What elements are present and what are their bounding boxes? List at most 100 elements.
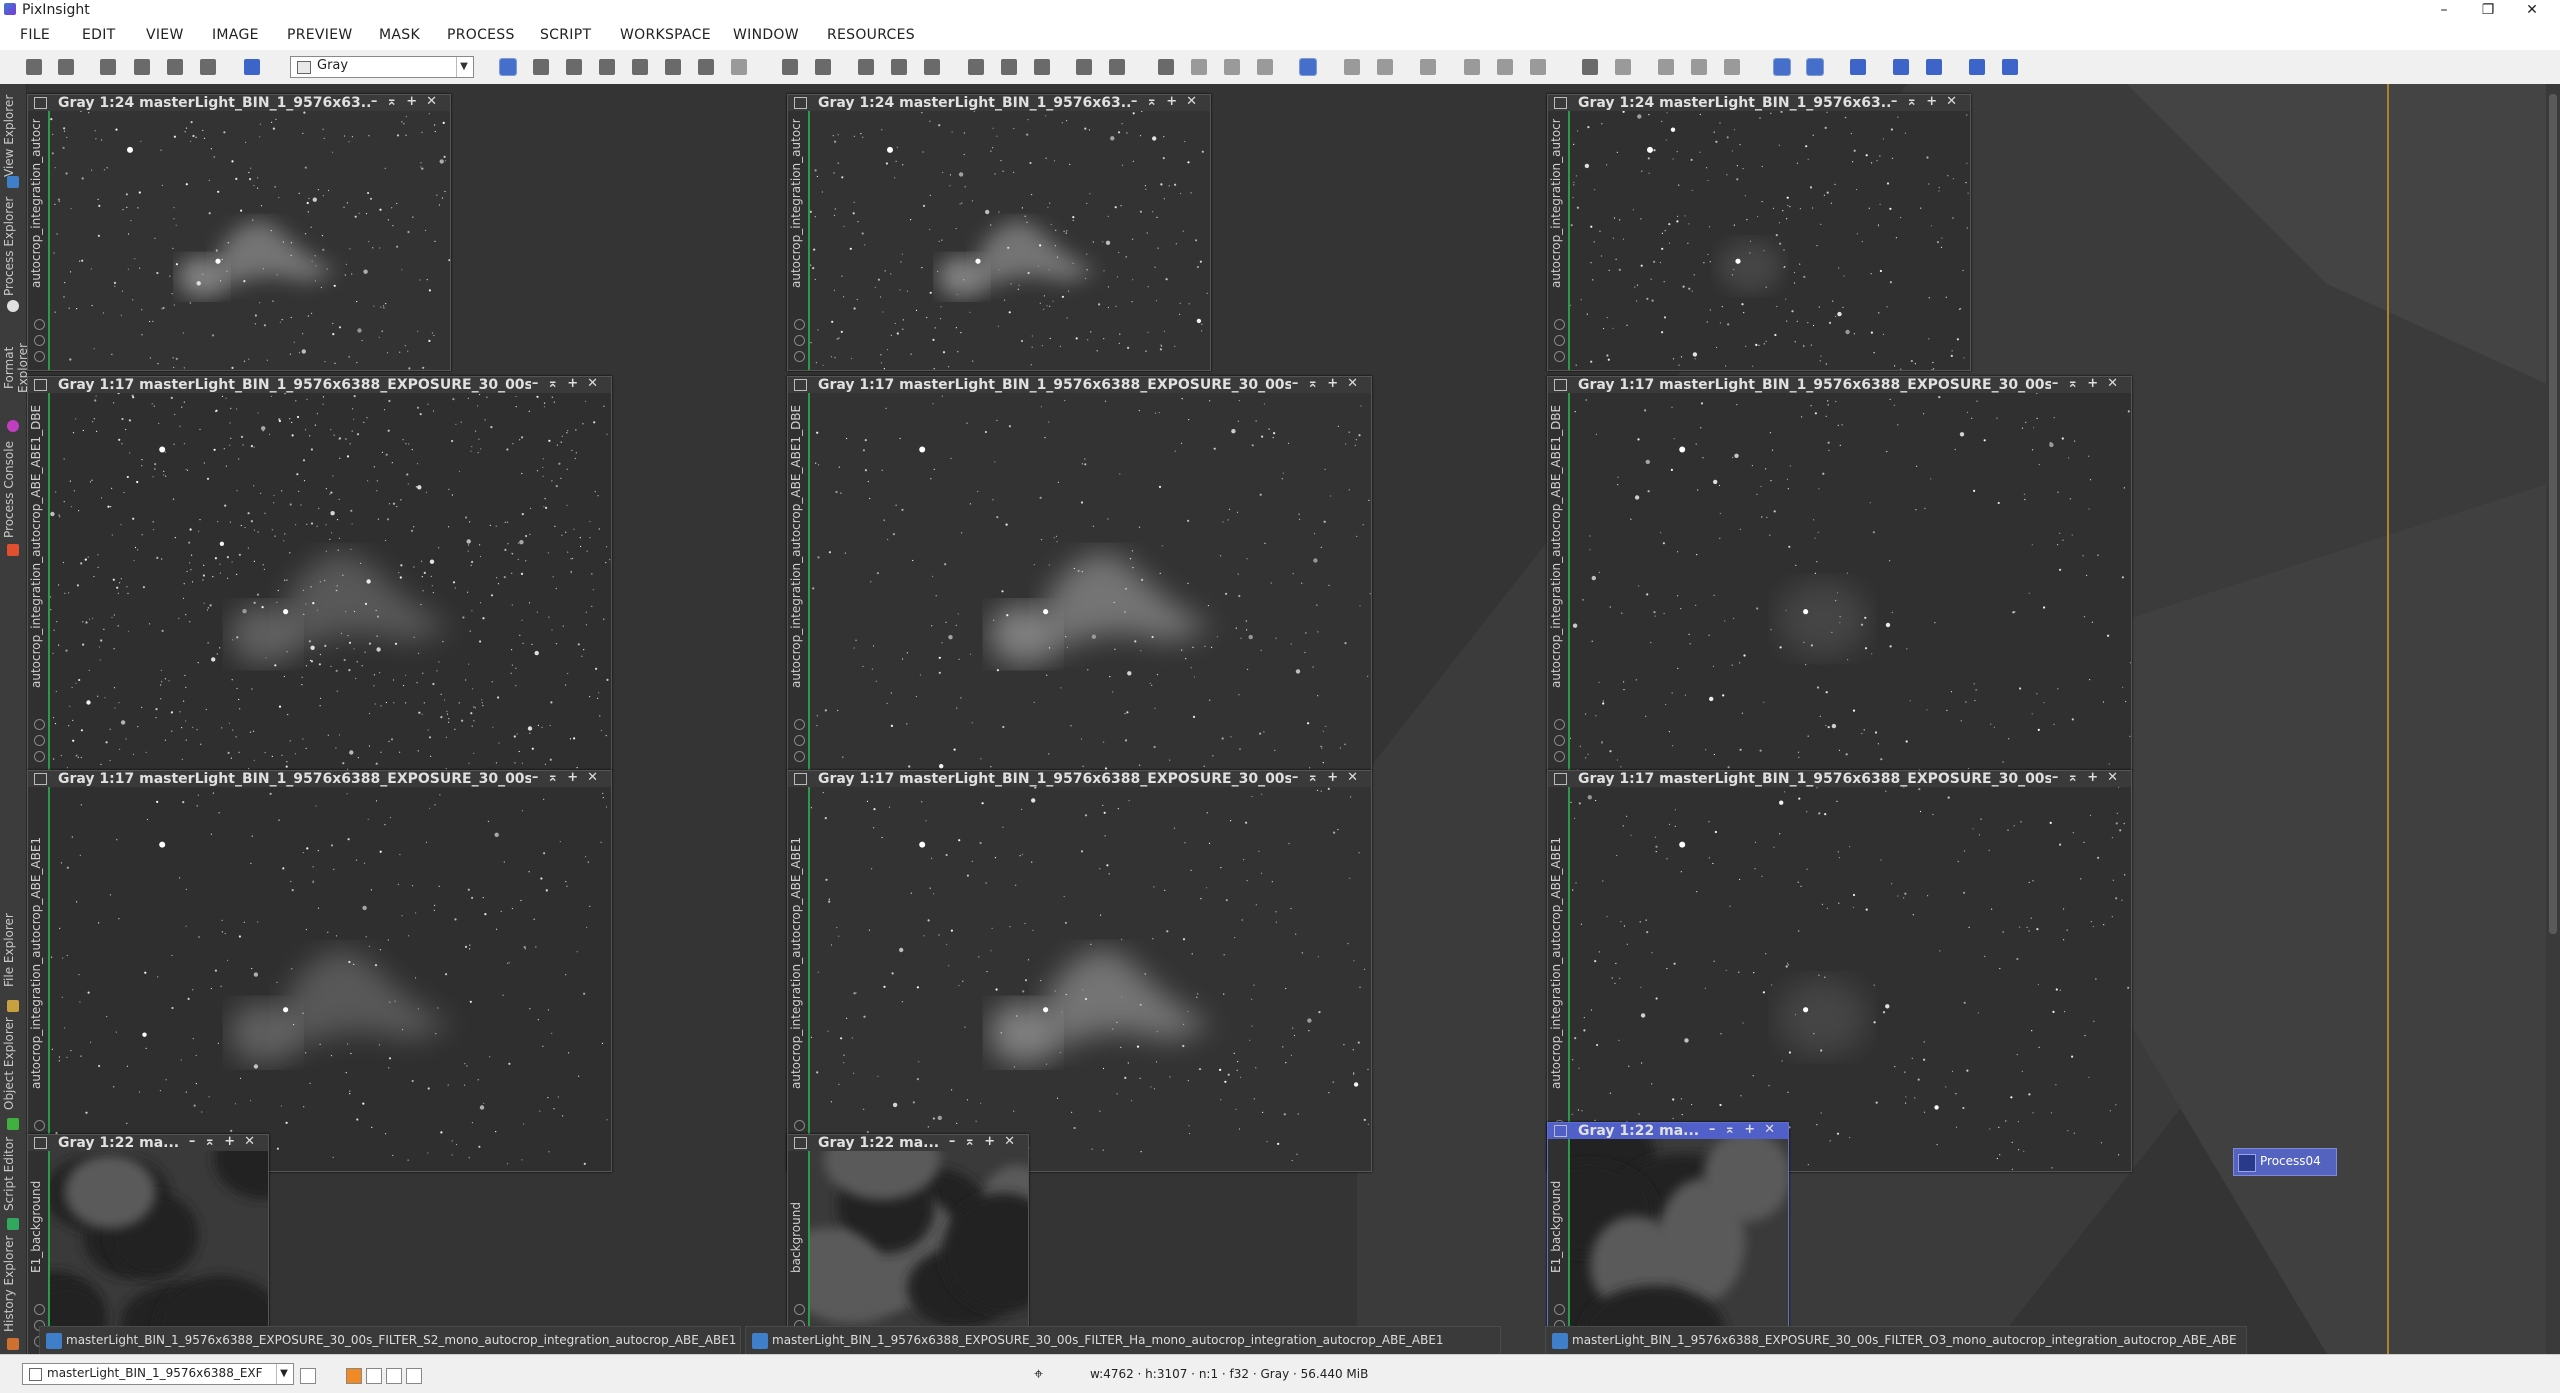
link-icon[interactable] — [794, 335, 805, 346]
channel-r-icon[interactable] — [346, 1368, 362, 1384]
image-icon-o3[interactable]: masterLight_BIN_1_9576x6388_EXPOSURE_30_… — [1545, 1326, 2247, 1354]
window-buttons[interactable]: –⌅+✕ — [1131, 94, 1206, 109]
restore-button[interactable]: ❐ — [2466, 0, 2510, 20]
zoom-3-icon[interactable] — [924, 59, 940, 75]
window-buttons[interactable]: –⌅+✕ — [2052, 770, 2127, 785]
image-canvas[interactable] — [50, 787, 611, 1171]
lock-icon[interactable] — [34, 319, 45, 330]
panel-1-icon[interactable] — [1582, 59, 1598, 75]
window-buttons[interactable]: –⌅+✕ — [949, 1134, 1024, 1149]
menu-window[interactable]: WINDOW — [733, 27, 799, 43]
stf-link-icon[interactable] — [1224, 59, 1240, 75]
restore-view-icon[interactable] — [1034, 59, 1050, 75]
lock-icon[interactable] — [34, 1304, 45, 1315]
workspace-2-icon[interactable] — [1893, 59, 1909, 75]
image-window[interactable]: Gray 1:22 ma... –⌅+✕ background — [787, 1134, 1029, 1354]
scrollbar-thumb[interactable] — [2549, 94, 2557, 934]
image-canvas[interactable] — [810, 1151, 1028, 1354]
dock-tab-process-explorer[interactable]: Process Explorer — [2, 196, 24, 296]
image-window-titlebar[interactable]: Gray 1:17 masterLight_BIN_1_9576x6388_EX… — [788, 770, 1371, 787]
image-window-titlebar[interactable]: Gray 1:24 masterLight_BIN_1_9576x63... –… — [1548, 94, 1970, 111]
mask-enable-icon[interactable] — [1377, 59, 1393, 75]
image-window[interactable]: Gray 1:17 masterLight_BIN_1_9576x6388_EX… — [1547, 376, 2132, 771]
panel-5-icon[interactable] — [1724, 59, 1740, 75]
screen-2-icon[interactable] — [1806, 58, 1824, 76]
image-canvas[interactable] — [1570, 1139, 1788, 1354]
dock-tab-view-explorer[interactable]: View Explorer — [2, 90, 24, 182]
menu-resources[interactable]: RESOURCES — [827, 27, 915, 43]
image-canvas[interactable] — [810, 393, 1371, 770]
window-buttons[interactable]: –⌅+✕ — [2052, 376, 2127, 391]
image-canvas[interactable] — [50, 111, 450, 370]
image-window-titlebar[interactable]: Gray 1:22 ma... –⌅+✕ — [1548, 1122, 1788, 1139]
settings-icon[interactable] — [34, 751, 45, 762]
stf-icon[interactable] — [1158, 59, 1174, 75]
image-window[interactable]: Gray 1:22 ma... –⌅+✕ E1_background — [27, 1134, 269, 1354]
dock-tab-script-editor[interactable]: Script Editor — [2, 1134, 24, 1214]
process-1-icon[interactable] — [1464, 59, 1480, 75]
workspace-5-icon[interactable] — [2002, 59, 2018, 75]
zoom-out-icon[interactable] — [815, 59, 831, 75]
workspace-3-icon[interactable] — [1926, 59, 1942, 75]
lock-icon[interactable] — [794, 719, 805, 730]
dock-tab-file-explorer[interactable]: File Explorer — [2, 904, 24, 996]
lock-icon[interactable] — [1554, 1304, 1565, 1315]
image-window-titlebar[interactable]: Gray 1:17 masterLight_BIN_1_9576x6388_EX… — [1548, 770, 2131, 787]
window-buttons[interactable]: –⌅+✕ — [532, 376, 607, 391]
image-window-titlebar[interactable]: Gray 1:24 masterLight_BIN_1_9576x63... –… — [28, 94, 450, 111]
image-icon-ha[interactable]: masterLight_BIN_1_9576x6388_EXPOSURE_30_… — [745, 1326, 1501, 1354]
image-window-titlebar[interactable]: Gray 1:17 masterLight_BIN_1_9576x6388_EX… — [1548, 376, 2131, 393]
dock-tab-process-console[interactable]: Process Console — [2, 440, 24, 540]
lock-icon[interactable] — [794, 1120, 805, 1131]
link-icon[interactable] — [1554, 735, 1565, 746]
color-space-select[interactable]: Gray ▼ — [290, 56, 474, 78]
tile-icon[interactable] — [1076, 59, 1092, 75]
image-canvas[interactable] — [50, 1151, 268, 1354]
image-window[interactable]: Gray 1:17 masterLight_BIN_1_9576x6388_EX… — [27, 770, 612, 1172]
dock-tab-format-explorer[interactable]: Format Explorer — [2, 320, 30, 416]
channel-l-icon[interactable] — [406, 1368, 422, 1384]
fit-view-icon[interactable] — [968, 59, 984, 75]
settings-icon[interactable] — [34, 351, 45, 362]
window-buttons[interactable]: –⌅+✕ — [532, 770, 607, 785]
image-window[interactable]: Gray 1:24 masterLight_BIN_1_9576x63... –… — [1547, 94, 1971, 371]
window-buttons[interactable]: –⌅+✕ — [1891, 94, 1966, 109]
image-window[interactable]: Gray 1:24 masterLight_BIN_1_9576x63... –… — [787, 94, 1211, 371]
image-window[interactable]: Gray 1:17 masterLight_BIN_1_9576x6388_EX… — [27, 376, 612, 771]
image-window-titlebar[interactable]: Gray 1:17 masterLight_BIN_1_9576x6388_EX… — [28, 770, 611, 787]
zoom-in-icon[interactable] — [782, 59, 798, 75]
image-window[interactable]: Gray 1:17 masterLight_BIN_1_9576x6388_EX… — [787, 376, 1372, 771]
menu-view[interactable]: VIEW — [146, 27, 184, 43]
screen-icon[interactable] — [1773, 58, 1791, 76]
zoom-2-icon[interactable] — [891, 59, 907, 75]
settings-icon[interactable] — [1554, 351, 1565, 362]
frame-icon[interactable] — [665, 59, 681, 75]
dock-tab-history-explorer[interactable]: History Explorer — [2, 1234, 24, 1334]
image-canvas[interactable] — [1570, 787, 2131, 1171]
readout-mode-icon[interactable] — [499, 58, 517, 76]
mask-invert-icon[interactable] — [1344, 59, 1360, 75]
center-icon[interactable] — [632, 59, 648, 75]
settings-icon[interactable] — [794, 751, 805, 762]
image-canvas[interactable] — [50, 393, 611, 770]
image-window[interactable]: Gray 1:17 masterLight_BIN_1_9576x6388_EX… — [1547, 770, 2132, 1172]
dock-tab-object-explorer[interactable]: Object Explorer — [2, 1014, 24, 1114]
lock-icon[interactable] — [1554, 719, 1565, 730]
lock-icon[interactable] — [1554, 319, 1565, 330]
image-window[interactable]: Gray 1:17 masterLight_BIN_1_9576x6388_EX… — [787, 770, 1372, 1172]
stf-auto-icon[interactable] — [1191, 59, 1207, 75]
menu-script[interactable]: SCRIPT — [540, 27, 591, 43]
menu-workspace[interactable]: WORKSPACE — [620, 27, 711, 43]
image-canvas[interactable] — [810, 111, 1210, 370]
select-icon[interactable] — [731, 59, 747, 75]
workspace-1-icon[interactable] — [1850, 59, 1866, 75]
image-window[interactable]: Gray 1:24 masterLight_BIN_1_9576x63... –… — [27, 94, 451, 371]
workspace-4-icon[interactable] — [1969, 59, 1985, 75]
image-window-titlebar[interactable]: Gray 1:17 masterLight_BIN_1_9576x6388_EX… — [788, 376, 1371, 393]
preview-new-icon[interactable] — [1420, 59, 1436, 75]
panel-4-icon[interactable] — [1691, 59, 1707, 75]
link-icon[interactable] — [794, 735, 805, 746]
pan-icon[interactable] — [599, 59, 615, 75]
menu-mask[interactable]: MASK — [379, 27, 420, 43]
image-canvas[interactable] — [810, 787, 1371, 1171]
